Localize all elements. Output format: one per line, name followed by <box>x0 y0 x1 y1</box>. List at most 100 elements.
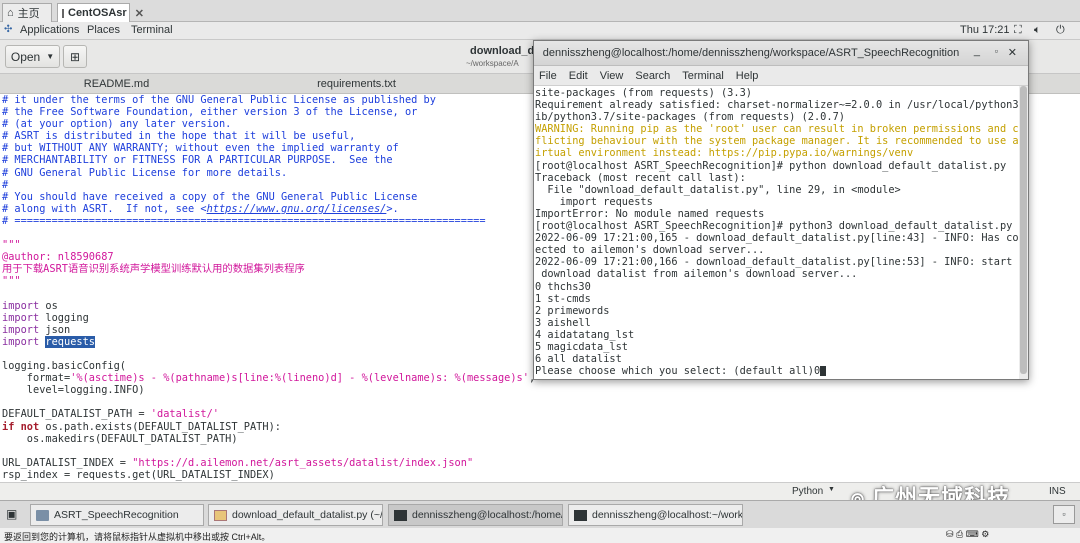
menu-view[interactable]: View <box>600 70 624 82</box>
terminal-line: File "download_default_datalist.py", lin… <box>535 183 901 196</box>
vm-hint-text: 要返回到您的计算机，请将鼠标指针从虚拟机中移出或按 Ctrl+Alt。 <box>4 532 271 542</box>
task-label: dennisszheng@localhost:~/workspac... <box>592 509 743 521</box>
close-icon[interactable]: ✕ <box>135 7 144 20</box>
menu-search[interactable]: Search <box>635 70 670 82</box>
code-token: import <box>2 323 40 336</box>
code-line: os.makedirs(DEFAULT_DATALIST_PATH) <box>2 433 1078 445</box>
terminal-title: dennisszheng@localhost:/home/dennisszhen… <box>542 47 960 59</box>
terminal-line: ib/python3.7/site-packages (from request… <box>535 111 845 124</box>
terminal-icon <box>394 509 407 521</box>
terminal-line: import requests <box>535 195 653 208</box>
tab-label: requirements.txt <box>317 78 396 90</box>
terminal-line: [root@localhost ASRT_SpeechRecognition]#… <box>535 159 1007 172</box>
terminal-line: ImportError: No module named requests <box>535 207 765 220</box>
code-token: """ <box>2 275 21 288</box>
code-token: requests <box>45 335 96 348</box>
vm-hint-bar: 要返回到您的计算机，请将鼠标指针从虚拟机中移出或按 Ctrl+Alt。 ⛁ ⎙ … <box>0 528 1080 543</box>
code-token: if not <box>2 420 40 433</box>
places-menu[interactable]: Places <box>87 24 120 36</box>
terminal-line: 2022-06-09 17:21:00,166 - download_defau… <box>535 256 1020 269</box>
terminal-line: 1 st-cmds <box>535 292 591 305</box>
terminal-line: download datalist from ailemon's downloa… <box>535 268 858 281</box>
code-token: "https://d.ailemon.net/asrt_assets/datal… <box>132 456 474 469</box>
network-icon[interactable]: ⛶ <box>1014 24 1022 37</box>
terminal-titlebar[interactable]: dennisszheng@localhost:/home/dennisszhen… <box>534 41 1028 66</box>
taskbar: ▣ ASRT_SpeechRecognition download_defaul… <box>0 500 1080 528</box>
terminal-output[interactable]: site-packages (from requests) (3.3) Requi… <box>534 86 1020 379</box>
code-token: import <box>2 335 40 348</box>
code-token: # the Free Software Foundation, either v… <box>2 106 418 119</box>
code-line: if not os.path.exists(DEFAULT_DATALIST_P… <box>2 421 1078 433</box>
minimize-icon[interactable]: _ <box>974 45 980 57</box>
chevron-down-icon: ▼ <box>828 486 835 493</box>
menu-file[interactable]: File <box>539 70 557 82</box>
terminal-line: 2022-06-09 17:21:00,165 - download_defau… <box>535 232 1020 245</box>
terminal-cursor <box>820 366 827 377</box>
code-token: format= <box>2 372 71 385</box>
code-token: # but WITHOUT ANY WARRANTY; without even… <box>2 142 399 155</box>
new-tab-button[interactable]: ⊞ <box>63 45 87 68</box>
code-token: json <box>39 323 71 336</box>
clock[interactable]: Thu 17:21 <box>960 24 1010 36</box>
code-token: # MERCHANTABILITY or FITNESS FOR A PARTI… <box>2 154 393 167</box>
task-terminal-1[interactable]: dennisszheng@localhost:/home/denn... <box>388 504 563 526</box>
terminal-line: flicting behaviour with the system packa… <box>535 135 1020 148</box>
code-token: # ASRT is distributed in the hope that i… <box>2 130 356 143</box>
open-button[interactable]: Open ▼ <box>5 45 60 68</box>
language-selector[interactable]: Python <box>792 486 823 497</box>
tab-readme[interactable]: README.md <box>0 74 233 94</box>
code-token: logging.basicConfig( <box>2 360 126 373</box>
text-editor-icon <box>214 509 227 521</box>
terminal-scrollbar-thumb[interactable] <box>1020 86 1027 374</box>
code-token: logging <box>39 311 89 324</box>
terminal-window[interactable]: dennisszheng@localhost:/home/dennisszhen… <box>533 40 1029 380</box>
terminal-line: Requirement already satisfied: charset-n… <box>535 99 1020 112</box>
code-line: URL_DATALIST_INDEX = "https://d.ailemon.… <box>2 457 1078 469</box>
document-path: ~/workspace/A <box>466 59 519 68</box>
task-text-editor[interactable]: download_default_datalist.py (~/wo... <box>208 504 383 526</box>
volume-icon[interactable]: 🔈︎ <box>1034 24 1041 37</box>
terminal-line: site-packages (from requests) (3.3) <box>535 87 752 99</box>
terminal-line: 2 primewords <box>535 304 610 317</box>
task-terminal-2[interactable]: dennisszheng@localhost:~/workspac... <box>568 504 743 526</box>
terminal-line: WARNING: Running pip as the 'root' user … <box>535 123 1020 136</box>
applications-menu[interactable]: Applications <box>20 24 79 36</box>
code-token: https://www.gnu.org/licenses/ <box>206 202 387 215</box>
tab-requirements[interactable]: requirements.txt <box>240 74 473 94</box>
terminal-line: 5 magicdata_lst <box>535 340 628 353</box>
menu-terminal[interactable]: Terminal <box>682 70 724 82</box>
menu-help[interactable]: Help <box>736 70 759 82</box>
vm-tab-centos[interactable]: CentOSAsr ✕ <box>57 3 144 22</box>
chevron-down-icon: ▼ <box>46 52 55 61</box>
vm-tab-home[interactable]: ⌂ 主页 <box>2 3 52 22</box>
close-icon[interactable]: ✕ <box>1008 46 1017 59</box>
code-token: os.path.exists(DEFAULT_DATALIST_PATH): <box>39 420 281 433</box>
code-token: os <box>39 299 58 312</box>
power-icon[interactable]: ⏻ <box>1056 24 1065 37</box>
code-token: import <box>2 311 40 324</box>
code-token: # ======================================… <box>2 214 486 227</box>
task-file-manager[interactable]: ASRT_SpeechRecognition <box>30 504 204 526</box>
code-token: os.makedirs(DEFAULT_DATALIST_PATH) <box>2 432 238 445</box>
menu-edit[interactable]: Edit <box>569 70 588 82</box>
code-token: # You should have received a copy of the… <box>2 190 418 203</box>
terminal-line: [root@localhost ASRT_SpeechRecognition]#… <box>535 220 1013 233</box>
workspace-switcher[interactable]: ▫ <box>1053 505 1075 524</box>
terminal-menu[interactable]: Terminal <box>131 24 173 36</box>
vm-tab-label: CentOSAsr <box>68 7 127 19</box>
code-token: # (at your option) any later version. <box>2 118 232 131</box>
code-token: rsp_index = requests.get(URL_DATALIST_IN… <box>2 468 275 481</box>
terminal-line: 0 thchs30 <box>535 280 591 293</box>
task-label: download_default_datalist.py (~/wo... <box>232 509 383 521</box>
code-token: @author: nl8590687 <box>2 251 114 264</box>
terminal-icon <box>574 509 587 521</box>
task-label: ASRT_SpeechRecognition <box>54 509 179 521</box>
vm-tab-strip: ⌂ 主页 CentOSAsr ✕ <box>0 0 1080 22</box>
show-desktop-icon[interactable]: ▣ <box>6 507 17 521</box>
code-token: '%(asctime)s - %(pathname)s[line:%(linen… <box>70 372 529 385</box>
tab-label: README.md <box>83 78 150 90</box>
terminal-line: irtual environment instead: https://pip.… <box>535 147 914 160</box>
maximize-icon[interactable]: ▫ <box>995 46 998 56</box>
